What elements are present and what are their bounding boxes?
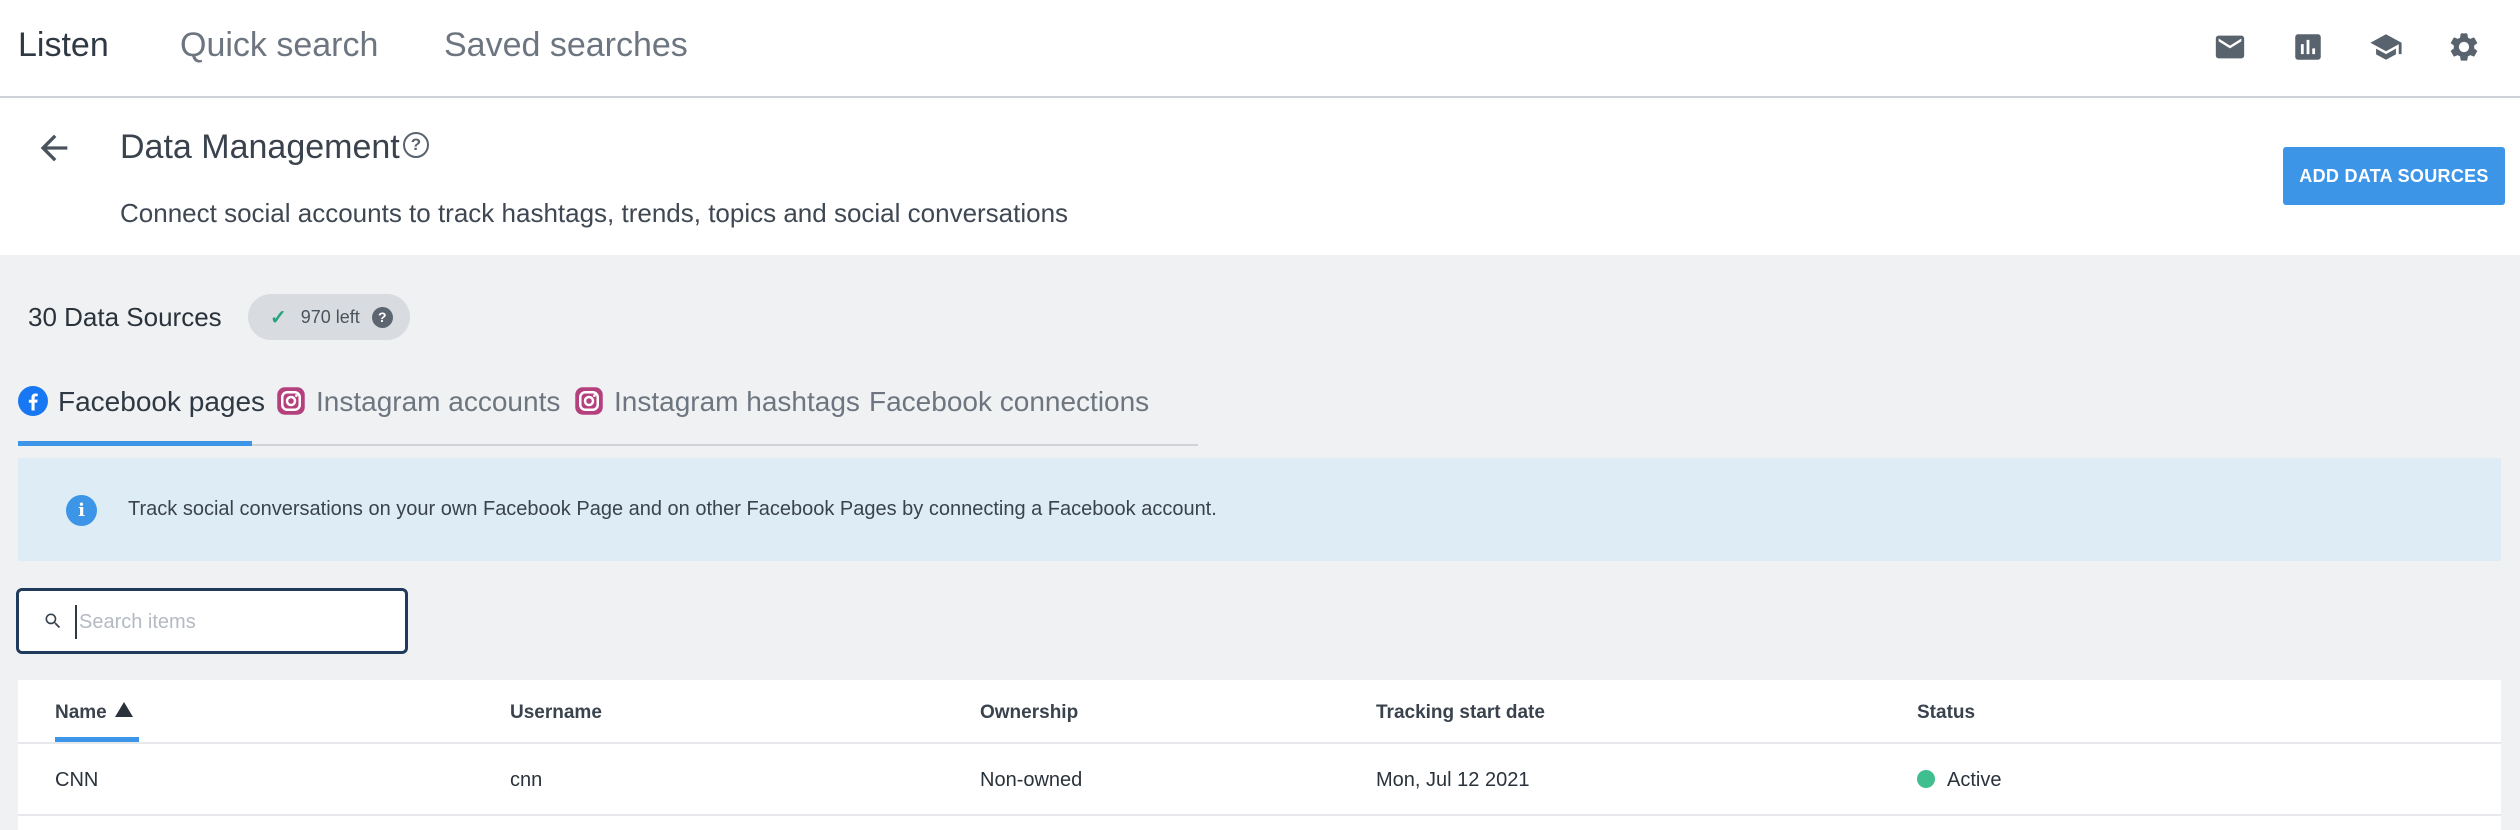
status-active-dot	[1917, 770, 1935, 788]
instagram-icon	[277, 387, 305, 415]
info-icon: i	[66, 495, 97, 526]
check-icon: ✓	[270, 306, 287, 329]
data-sources-table: Name Username Ownership Tracking start d…	[18, 680, 2501, 830]
search-input[interactable]	[75, 605, 395, 639]
info-banner-text: Track social conversations on your own F…	[128, 498, 1217, 520]
nav-item-listen[interactable]: Listen	[18, 26, 109, 65]
column-header-tracking-start-date[interactable]: Tracking start date	[1376, 702, 1545, 724]
academy-icon[interactable]	[2367, 28, 2405, 66]
tab-label: Instagram accounts	[316, 386, 561, 417]
facebook-icon	[18, 386, 48, 416]
status-label: Active	[1947, 769, 2002, 791]
top-navigation-bar: Listen Quick search Saved searches	[0, 0, 2520, 98]
cell-username: cnn	[510, 769, 543, 791]
sort-ascending-icon	[114, 702, 133, 717]
table-row[interactable]: CNN cnn Non-owned Mon, Jul 12 2021 Activ…	[18, 744, 2501, 816]
mail-icon[interactable]	[2211, 28, 2249, 66]
tab-instagram-hashtags[interactable]: Instagram hashtags	[574, 380, 860, 446]
column-header-status[interactable]: Status	[1917, 702, 1975, 724]
tab-instagram-accounts[interactable]: Instagram accounts	[276, 380, 560, 446]
nav-item-saved-searches[interactable]: Saved searches	[444, 26, 688, 65]
column-header-ownership[interactable]: Ownership	[980, 702, 1078, 724]
help-icon[interactable]: ?	[403, 132, 429, 158]
settings-gear-icon[interactable]	[2445, 28, 2483, 66]
info-banner: i Track social conversations on your own…	[18, 458, 2501, 561]
back-arrow-icon[interactable]	[34, 128, 74, 168]
source-type-tabs: Facebook pages Instagram accounts Instag…	[18, 380, 1198, 446]
quota-label: 970 left	[300, 306, 360, 327]
cell-ownership: Non-owned	[980, 769, 1083, 791]
data-sources-count: 30 Data Sources	[28, 302, 222, 332]
tab-label: Instagram hashtags	[614, 386, 860, 417]
cell-name: CNN	[55, 769, 99, 791]
column-header-name[interactable]: Name	[55, 702, 133, 724]
quota-help-icon[interactable]: ?	[371, 306, 393, 328]
page-subtitle: Connect social accounts to track hashtag…	[120, 198, 1069, 228]
page-header: Data Management ? Connect social account…	[0, 98, 2520, 255]
nav-item-quick-search[interactable]: Quick search	[180, 26, 378, 65]
tab-facebook-pages[interactable]: Facebook pages	[18, 380, 265, 446]
search-box	[16, 588, 408, 654]
tab-label: Facebook connections	[869, 386, 1150, 417]
table-header: Name Username Ownership Tracking start d…	[18, 680, 2501, 744]
tab-label: Facebook pages	[58, 386, 266, 417]
column-header-label: Name	[55, 702, 107, 723]
cell-status: Active	[1917, 769, 2001, 792]
cell-tracking-start-date: Mon, Jul 12 2021	[1376, 769, 1530, 791]
analytics-icon[interactable]	[2289, 28, 2327, 66]
column-header-username[interactable]: Username	[510, 702, 602, 724]
quota-badge: ✓ 970 left ?	[248, 294, 410, 340]
search-icon	[43, 611, 63, 631]
instagram-icon	[575, 387, 603, 415]
add-data-sources-button[interactable]: ADD DATA SOURCES	[2283, 147, 2505, 205]
sort-indicator	[55, 737, 139, 742]
page-title: Data Management	[120, 128, 400, 166]
tab-facebook-connections[interactable]: Facebook connections	[869, 380, 1149, 446]
